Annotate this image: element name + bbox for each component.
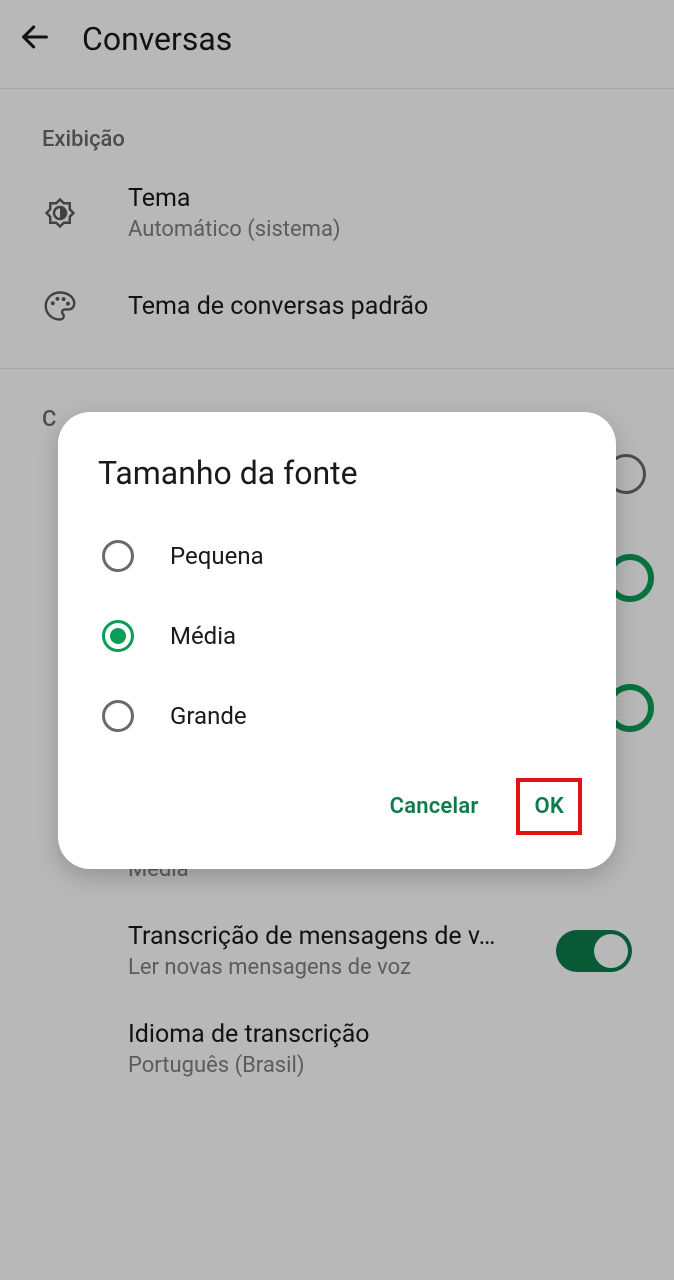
- cancel-button[interactable]: Cancelar: [372, 782, 497, 831]
- radio-option-small[interactable]: Pequena: [58, 516, 616, 596]
- font-size-dialog: Tamanho da fonte Pequena Média Grande Ca…: [58, 412, 616, 869]
- radio-option-medium[interactable]: Média: [58, 596, 616, 676]
- radio-icon-selected: [102, 620, 134, 652]
- radio-icon: [102, 540, 134, 572]
- dialog-actions: Cancelar OK: [58, 756, 616, 845]
- radio-label: Média: [170, 622, 236, 650]
- radio-label: Pequena: [170, 542, 264, 570]
- radio-icon: [102, 700, 134, 732]
- dialog-overlay[interactable]: Tamanho da fonte Pequena Média Grande Ca…: [0, 0, 674, 1280]
- radio-option-large[interactable]: Grande: [58, 676, 616, 756]
- ok-highlight-box: OK: [516, 778, 582, 835]
- ok-button[interactable]: OK: [522, 788, 576, 825]
- dialog-title: Tamanho da fonte: [58, 448, 616, 516]
- radio-label: Grande: [170, 702, 247, 730]
